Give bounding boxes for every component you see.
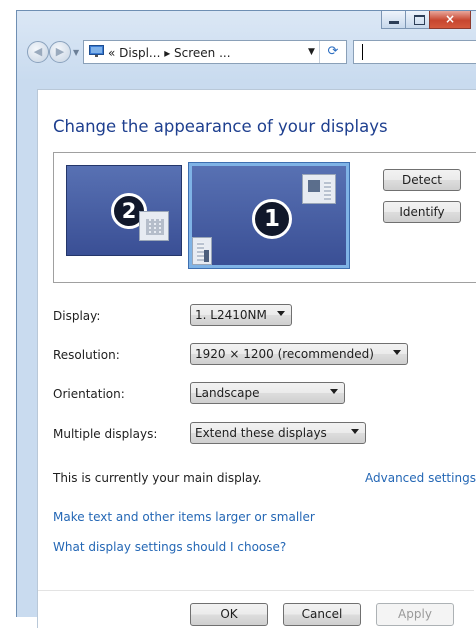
monitor-2[interactable]: 2 bbox=[66, 165, 182, 256]
detect-button[interactable]: Detect bbox=[383, 169, 461, 191]
text-size-link[interactable]: Make text and other items larger or smal… bbox=[53, 510, 315, 524]
maximize-icon bbox=[414, 15, 425, 25]
resolution-label: Resolution: bbox=[53, 348, 120, 362]
text-caret bbox=[362, 44, 363, 60]
orientation-select[interactable]: Landscape bbox=[190, 382, 345, 404]
minimize-button[interactable] bbox=[381, 11, 406, 29]
chevron-down-icon bbox=[393, 350, 401, 355]
forward-button[interactable]: ▶ bbox=[49, 41, 71, 63]
orientation-value: Landscape bbox=[195, 386, 260, 400]
resolution-value: 1920 × 1200 (recommended) bbox=[195, 347, 374, 361]
chevron-down-icon bbox=[330, 389, 338, 394]
page-title: Change the appearance of your displays bbox=[53, 117, 388, 136]
divider bbox=[38, 590, 474, 591]
search-input[interactable] bbox=[353, 40, 476, 64]
breadcrumb[interactable]: « Displ... ▸ Screen ... bbox=[108, 46, 231, 60]
resolution-select[interactable]: 1920 × 1200 (recommended) bbox=[190, 343, 408, 365]
display-icon bbox=[89, 45, 104, 57]
back-button[interactable]: ◀ bbox=[27, 41, 49, 63]
display-label: Display: bbox=[53, 309, 101, 323]
display-value: 1. L2410NM bbox=[195, 308, 267, 322]
back-arrow-icon: ◀ bbox=[33, 45, 43, 58]
forward-arrow-icon: ▶ bbox=[55, 45, 65, 58]
maximize-button[interactable] bbox=[405, 11, 430, 29]
window-thumbnail-icon bbox=[139, 211, 169, 241]
monitor-number-badge: 1 bbox=[252, 199, 292, 239]
apply-button[interactable]: Apply bbox=[376, 603, 454, 626]
window-controls: × bbox=[381, 11, 471, 29]
window-thumbnail-icon bbox=[192, 237, 212, 265]
multiple-displays-value: Extend these displays bbox=[195, 426, 327, 440]
chevron-down-icon bbox=[351, 429, 359, 434]
close-icon: × bbox=[444, 12, 456, 26]
navigation-bar: ◀ ▶ ▼ « Displ... ▸ Screen ... ▼ ⟳ bbox=[17, 35, 476, 67]
window-thumbnail-icon bbox=[302, 174, 336, 204]
display-help-link[interactable]: What display settings should I choose? bbox=[53, 540, 286, 554]
cancel-button[interactable]: Cancel bbox=[283, 603, 361, 626]
ok-button[interactable]: OK bbox=[190, 603, 268, 626]
orientation-label: Orientation: bbox=[53, 387, 125, 401]
content-pane: Change the appearance of your displays 2… bbox=[37, 89, 476, 628]
address-dropdown-icon[interactable]: ▼ bbox=[308, 47, 315, 57]
main-display-status: This is currently your main display. bbox=[53, 471, 262, 485]
address-bar[interactable]: « Displ... ▸ Screen ... ▼ ⟳ bbox=[83, 40, 347, 64]
close-button[interactable]: × bbox=[429, 11, 471, 29]
minimize-icon bbox=[389, 21, 399, 24]
chevron-down-icon bbox=[277, 311, 285, 316]
history-dropdown-icon[interactable]: ▼ bbox=[73, 48, 79, 57]
refresh-icon: ⟳ bbox=[327, 44, 339, 59]
advanced-settings-link[interactable]: Advanced settings bbox=[365, 471, 476, 485]
window: × ◀ ▶ ▼ « Displ... ▸ Screen ... ▼ ⟳ Chan… bbox=[16, 10, 476, 628]
multiple-displays-select[interactable]: Extend these displays bbox=[190, 422, 366, 444]
multiple-displays-label: Multiple displays: bbox=[53, 427, 158, 441]
display-select[interactable]: 1. L2410NM bbox=[190, 304, 292, 326]
monitor-1-selected[interactable]: 1 bbox=[189, 163, 349, 268]
refresh-button[interactable]: ⟳ bbox=[319, 41, 346, 63]
identify-button[interactable]: Identify bbox=[383, 201, 461, 223]
